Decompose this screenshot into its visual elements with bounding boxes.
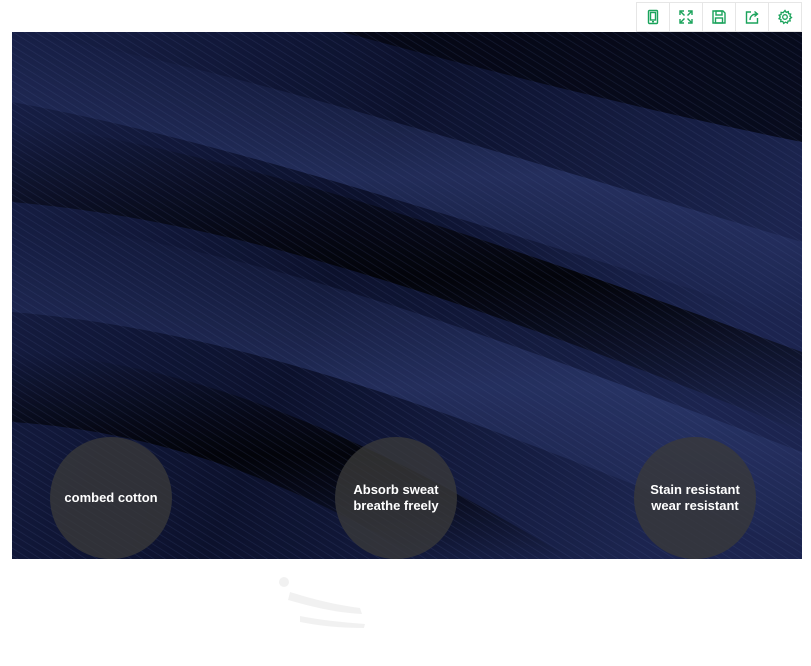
feature-line: wear resistant	[651, 498, 739, 513]
feature-line: Stain resistant	[650, 482, 740, 497]
image-toolbar	[636, 2, 802, 32]
feature-badge-stain-resistant: Stain resistant wear resistant	[634, 437, 756, 559]
feature-badge-combed-cotton: combed cotton	[50, 437, 172, 559]
feature-line: Absorb sweat	[353, 482, 439, 497]
faint-watermark-logo	[279, 577, 365, 628]
tablet-view-button[interactable]	[637, 3, 670, 31]
feature-line: breathe freely	[353, 498, 439, 513]
gear-icon	[777, 9, 793, 25]
feature-badge-text: combed cotton	[64, 490, 157, 506]
product-photo-fabric: combed cotton Absorb sweat breathe freel…	[12, 32, 802, 559]
page: combed cotton Absorb sweat breathe freel…	[0, 0, 811, 666]
feature-badge-absorb-sweat: Absorb sweat breathe freely	[335, 437, 457, 559]
feature-line: combed cotton	[64, 490, 158, 505]
feature-badge-text: Stain resistant wear resistant	[650, 482, 740, 514]
save-button[interactable]	[703, 3, 736, 31]
fullscreen-button[interactable]	[670, 3, 703, 31]
expand-icon	[679, 10, 693, 24]
share-button[interactable]	[736, 3, 769, 31]
settings-button[interactable]	[769, 3, 801, 31]
feature-badge-text: Absorb sweat breathe freely	[353, 482, 438, 514]
save-icon	[712, 10, 726, 24]
share-icon	[745, 10, 759, 24]
tablet-icon	[647, 9, 659, 25]
